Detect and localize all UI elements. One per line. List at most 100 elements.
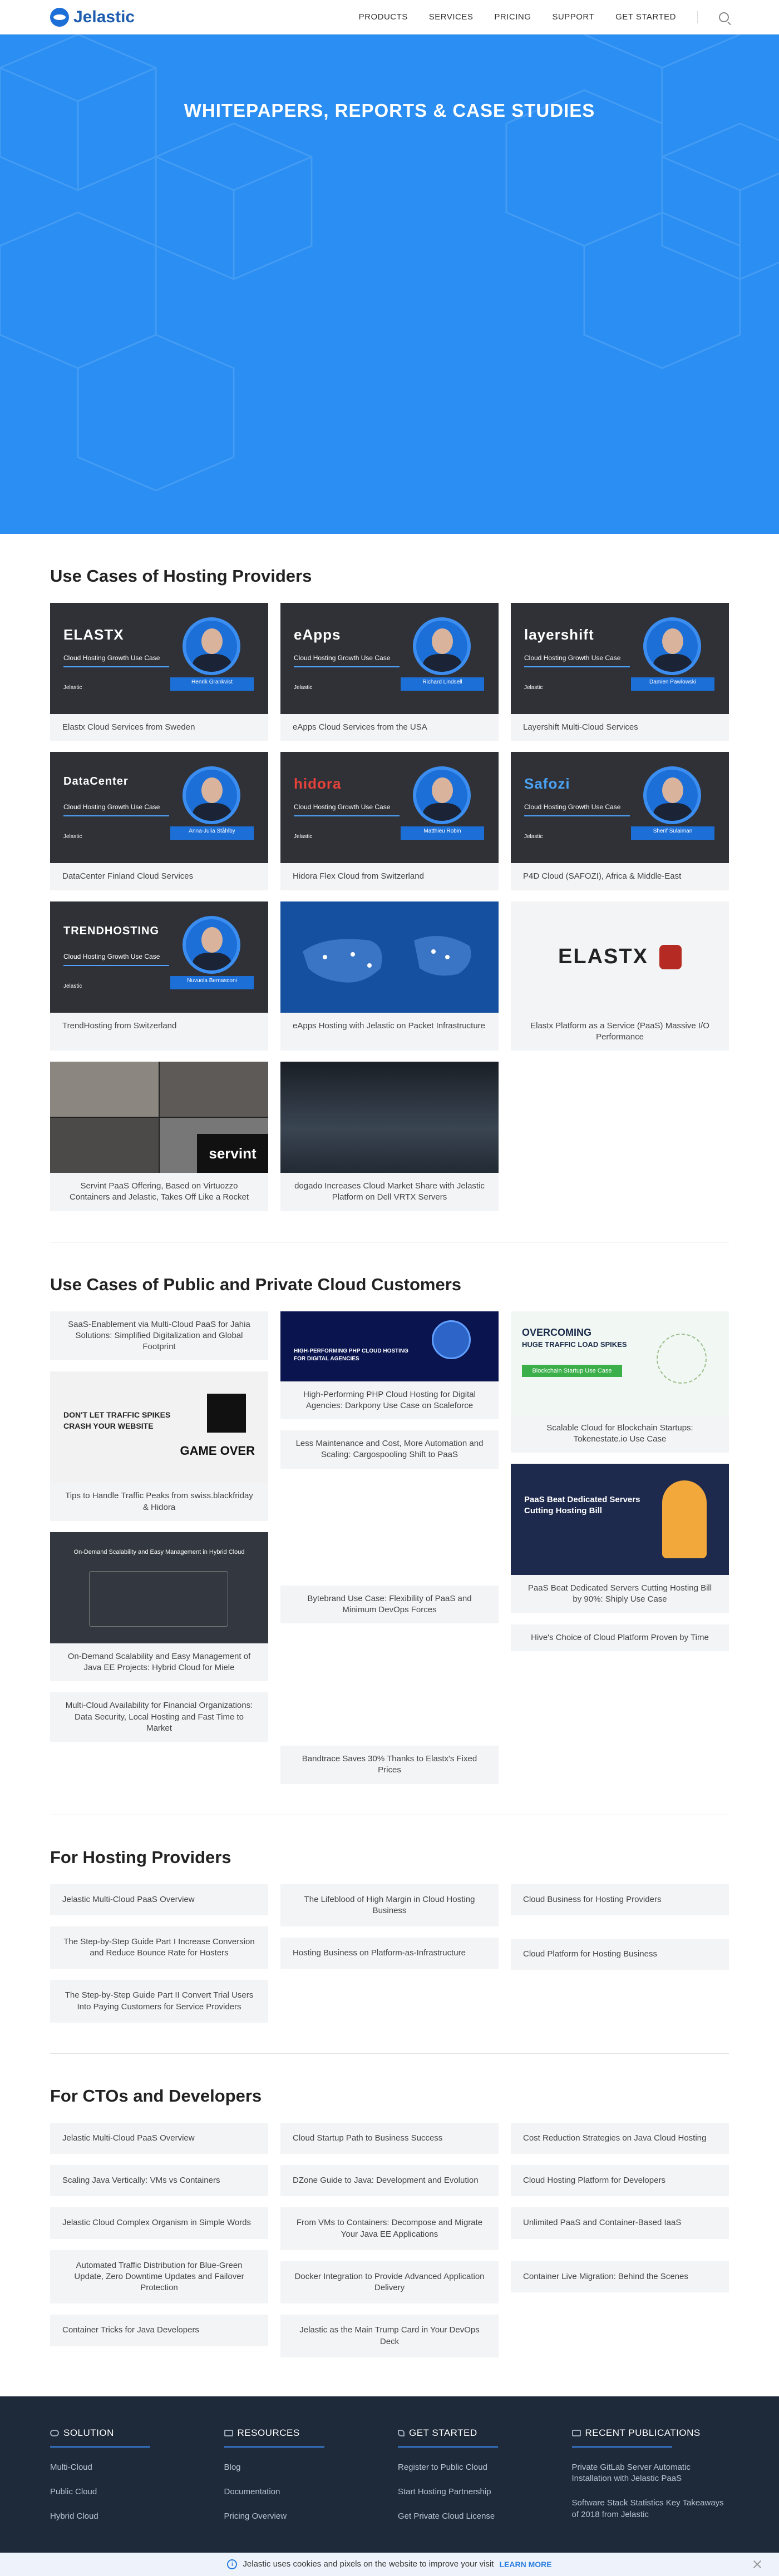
- document-icon: [571, 2429, 581, 2436]
- section-title: Use Cases of Hosting Providers: [50, 566, 312, 586]
- footer-link[interactable]: Start Hosting Partnership: [398, 2486, 555, 2498]
- case-card-bandtrace[interactable]: Bandtrace Saves 30% Thanks to Elastx's F…: [280, 1746, 499, 1784]
- resource-link[interactable]: Container Tricks for Java Developers: [50, 2315, 268, 2346]
- footer-link[interactable]: Private GitLab Server Automatic Installa…: [572, 2462, 729, 2485]
- servint-logo: servint: [197, 1134, 268, 1173]
- resource-link[interactable]: Jelastic Cloud Complex Organism in Simpl…: [50, 2207, 268, 2239]
- resource-link[interactable]: Jelastic as the Main Trump Card in Your …: [280, 2315, 499, 2357]
- person-name: Nuvuola Bernasconi: [170, 975, 254, 989]
- resource-link[interactable]: Cost Reduction Strategies on Java Cloud …: [511, 2122, 729, 2154]
- nav-services[interactable]: SERVICES: [429, 12, 474, 22]
- resource-link[interactable]: Scaling Java Vertically: VMs vs Containe…: [50, 2165, 268, 2197]
- case-card-tokenestate[interactable]: OVERCOMING HUGE TRAFFIC LOAD SPIKES Bloc…: [511, 1311, 729, 1453]
- nav-divider: [697, 11, 698, 23]
- hero-banner: WHITEPAPERS, REPORTS & CASE STUDIES: [0, 34, 779, 534]
- card-caption: Hidora Flex Cloud from Switzerland: [293, 871, 424, 881]
- case-card-jahia[interactable]: SaaS-Enablement via Multi-Cloud PaaS for…: [50, 1311, 268, 1361]
- card-caption: eApps Hosting with Jelastic on Packet In…: [293, 1021, 485, 1031]
- cloud-customers-section: Use Cases of Public and Private Cloud Cu…: [50, 1242, 729, 1784]
- card-caption: Tips to Handle Traffic Peaks from swiss.…: [65, 1491, 253, 1512]
- world-map-image: [280, 901, 499, 1013]
- resource-link[interactable]: Unlimited PaaS and Container-Based IaaS: [511, 2207, 729, 2239]
- case-card-financial[interactable]: Multi-Cloud Availability for Financial O…: [50, 1692, 268, 1742]
- resource-link[interactable]: Jelastic Multi-Cloud PaaS Overview: [50, 2122, 268, 2154]
- nav-support[interactable]: SUPPORT: [552, 12, 594, 22]
- section-title: For Hosting Providers: [50, 1847, 231, 1867]
- resource-link[interactable]: The Lifeblood of High Margin in Cloud Ho…: [280, 1884, 499, 1926]
- close-icon[interactable]: [752, 2559, 762, 2569]
- card-caption: Layershift Multi-Cloud Services: [523, 722, 638, 732]
- resource-link[interactable]: Automated Traffic Distribution for Blue-…: [50, 2250, 268, 2304]
- dino-icon: [207, 1394, 246, 1433]
- resource-link[interactable]: From VMs to Containers: Decompose and Mi…: [280, 2207, 499, 2250]
- footer-col-publications: RECENT PUBLICATIONS Private GitLab Serve…: [571, 2428, 729, 2536]
- footer-link[interactable]: Register to Public Cloud: [398, 2462, 555, 2473]
- card-caption: Hive's Choice of Cloud Platform Proven b…: [531, 1632, 709, 1642]
- case-card-safozi[interactable]: Safozi Cloud Hosting Growth Use Case Jel…: [511, 752, 729, 890]
- card-caption: Servint PaaS Offering, Based on Virtuozz…: [69, 1181, 249, 1202]
- case-card-elastx[interactable]: ELASTX Cloud Hosting Growth Use Case Jel…: [50, 603, 268, 741]
- card-caption: Bytebrand Use Case: Flexibility of PaaS …: [307, 1593, 472, 1614]
- nav-products[interactable]: PRODUCTS: [359, 12, 408, 22]
- footer-link[interactable]: Get Private Cloud License: [398, 2511, 555, 2522]
- promo-text: Cutting Hosting Bill: [524, 1506, 602, 1515]
- resource-link[interactable]: Cloud Platform for Hosting Business: [511, 1938, 729, 1970]
- case-card-layershift[interactable]: layershift Cloud Hosting Growth Use Case…: [511, 603, 729, 741]
- case-card-servint[interactable]: servint Servint PaaS Offering, Based on …: [50, 1062, 268, 1211]
- resource-link[interactable]: DZone Guide to Java: Development and Evo…: [280, 2165, 499, 2197]
- case-brand: DataCenter: [63, 775, 129, 788]
- promo-text: OVERCOMING: [522, 1326, 592, 1338]
- footer-link[interactable]: Multi-Cloud: [50, 2462, 208, 2473]
- resource-link[interactable]: The Step-by-Step Guide Part II Convert T…: [50, 1980, 268, 2023]
- promo-text: FOR DIGITAL AGENCIES: [294, 1355, 359, 1362]
- resource-link[interactable]: Hosting Business on Platform-as-Infrastr…: [280, 1938, 499, 1969]
- resource-link[interactable]: Jelastic Multi-Cloud PaaS Overview: [50, 1884, 268, 1915]
- case-card-hive[interactable]: Hive's Choice of Cloud Platform Proven b…: [511, 1624, 729, 1651]
- case-card-darkpony[interactable]: HIGH-PERFORMING PHP CLOUD HOSTING FOR DI…: [280, 1311, 499, 1419]
- search-icon[interactable]: [719, 12, 729, 22]
- case-card-miele[interactable]: On-Demand Scalability and Easy Managemen…: [50, 1532, 268, 1682]
- page-title: WHITEPAPERS, REPORTS & CASE STUDIES: [184, 100, 595, 121]
- nav-get-started[interactable]: GET STARTED: [615, 12, 676, 22]
- jelastic-mini-logo: Jelastic: [524, 685, 543, 691]
- case-card-cargospooling[interactable]: Less Maintenance and Cost, More Automati…: [280, 1430, 499, 1469]
- footer-link[interactable]: Software Stack Statistics Key Takeaways …: [572, 2498, 729, 2520]
- case-card-eapps-packet[interactable]: eApps Hosting with Jelastic on Packet In…: [280, 901, 499, 1051]
- case-brand: TRENDHOSTING: [63, 924, 159, 937]
- case-card-trendhosting[interactable]: TRENDHOSTING Cloud Hosting Growth Use Ca…: [50, 901, 268, 1051]
- card-caption: Less Maintenance and Cost, More Automati…: [295, 1439, 484, 1460]
- resource-link[interactable]: Docker Integration to Provide Advanced A…: [280, 2261, 499, 2304]
- card-caption: SaaS-Enablement via Multi-Cloud PaaS for…: [68, 1319, 250, 1352]
- case-type: Cloud Hosting Growth Use Case: [524, 803, 621, 811]
- resource-link[interactable]: Cloud Business for Hosting Providers: [511, 1884, 729, 1915]
- case-card-shiply[interactable]: PaaS Beat Dedicated Servers Cutting Host…: [511, 1464, 729, 1613]
- case-card-bytebrand[interactable]: Bytebrand Use Case: Flexibility of PaaS …: [280, 1585, 499, 1623]
- person-name: Henrik Grankvist: [170, 677, 254, 691]
- case-card-blackfriday[interactable]: DON'T LET TRAFFIC SPIKES CRASH YOUR WEBS…: [50, 1371, 268, 1521]
- storage-icon: [659, 944, 682, 969]
- footer-link[interactable]: Documentation: [224, 2486, 382, 2498]
- nav-pricing[interactable]: PRICING: [494, 12, 531, 22]
- promo-text: PaaS Beat Dedicated Servers: [524, 1495, 640, 1504]
- resource-link[interactable]: The Step-by-Step Guide Part I Increase C…: [50, 1926, 268, 1969]
- learn-more-link[interactable]: LEARN MORE: [499, 2560, 551, 2569]
- person-name: Richard Lindsell: [401, 677, 484, 691]
- character-icon: [662, 1480, 707, 1558]
- card-caption: DataCenter Finland Cloud Services: [62, 871, 194, 881]
- resource-link[interactable]: Container Live Migration: Behind the Sce…: [511, 2261, 729, 2292]
- footer-link[interactable]: Public Cloud: [50, 2486, 208, 2498]
- case-card-hidora[interactable]: hidora Cloud Hosting Growth Use Case Jel…: [280, 752, 499, 890]
- hybrid-diagram: [89, 1571, 228, 1627]
- resource-link[interactable]: Cloud Hosting Platform for Developers: [511, 2165, 729, 2197]
- cloud-icon: [50, 2429, 59, 2436]
- case-card-elastx-io[interactable]: ELASTX Elastx Platform as a Service (Paa…: [511, 901, 729, 1051]
- footer-link[interactable]: Pricing Overview: [224, 2511, 382, 2522]
- jelastic-logo[interactable]: Jelastic: [50, 7, 135, 27]
- resource-link[interactable]: Cloud Startup Path to Business Success: [280, 2122, 499, 2154]
- case-card-datacenter[interactable]: DataCenter Cloud Hosting Growth Use Case…: [50, 752, 268, 890]
- footer-link[interactable]: Blog: [224, 2462, 382, 2473]
- case-brand: eApps: [294, 626, 341, 643]
- footer-link[interactable]: Hybrid Cloud: [50, 2511, 208, 2522]
- case-card-eapps[interactable]: eApps Cloud Hosting Growth Use Case Jela…: [280, 603, 499, 741]
- case-card-dogado[interactable]: dogado Increases Cloud Market Share with…: [280, 1062, 499, 1211]
